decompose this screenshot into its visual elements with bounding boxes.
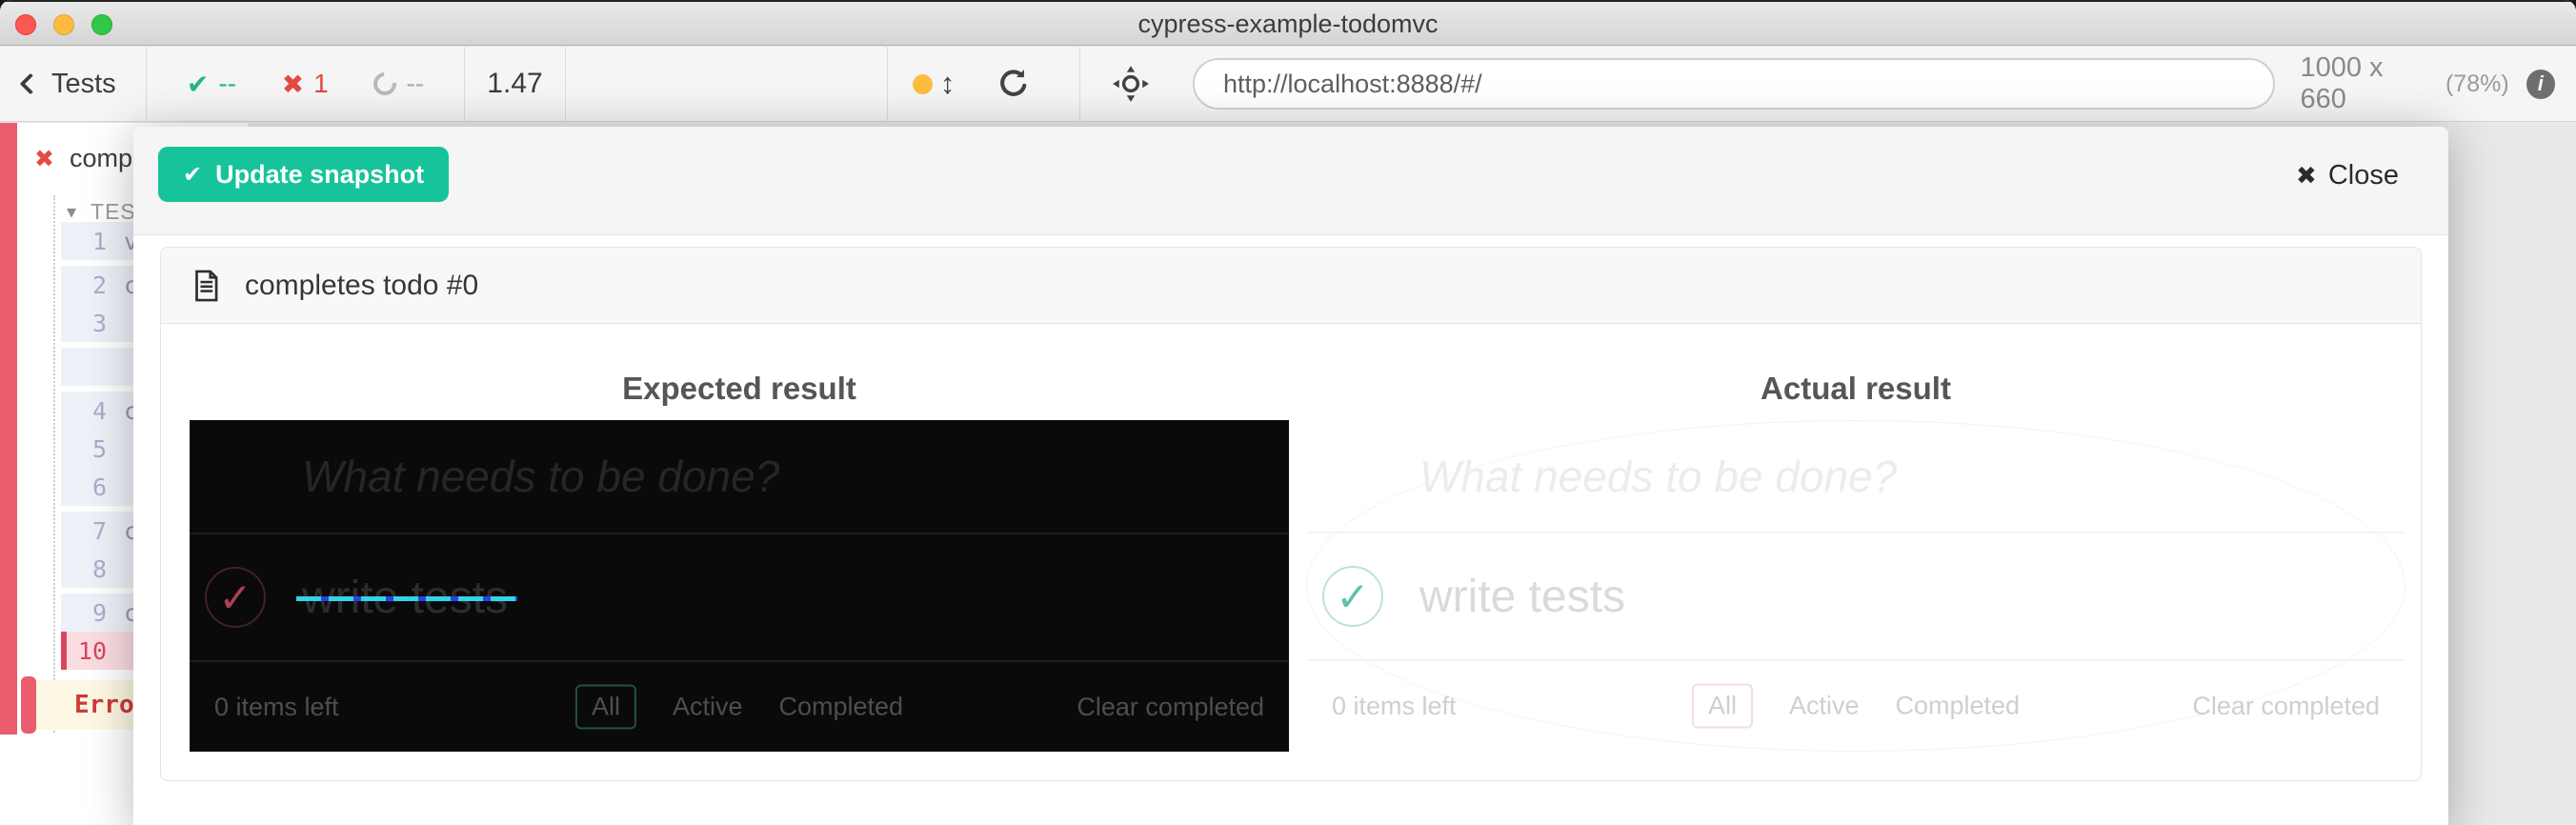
todo-item: ✓ write tests <box>190 534 1289 660</box>
todo-label: write tests <box>1419 571 1625 623</box>
test-title: completes todo #0 <box>245 270 478 302</box>
clear-completed-button: Clear completed <box>2192 692 2380 721</box>
todo-toggle-checkbox: ✓ <box>1322 566 1383 627</box>
items-left-count: 0 items left <box>1332 692 1457 721</box>
filter-active: Active <box>673 693 743 722</box>
new-todo-placeholder: What needs to be done? <box>302 451 779 502</box>
todo-check-icon: ✓ <box>218 574 252 621</box>
actual-screenshot: What needs to be done? ✓ write tests 0 i… <box>1306 420 2405 752</box>
viewport-size-button[interactable]: 1000 x 660 <box>2300 52 2434 115</box>
info-icon[interactable]: i <box>2526 70 2555 99</box>
line-number: 7 <box>61 517 107 545</box>
height-arrows-icon: ↕ <box>940 67 956 101</box>
failed-test-header[interactable]: ✖ compl <box>34 144 138 173</box>
caret-down-icon: ▾ <box>67 200 77 224</box>
line-number: 6 <box>61 473 107 501</box>
line-number: 10 <box>67 637 107 665</box>
comparison-card: completes todo #0 Expected result Actual… <box>160 247 2422 781</box>
line-number: 5 <box>61 435 107 463</box>
refresh-button[interactable] <box>996 66 1032 102</box>
url-text: http://localhost:8888/#/ <box>1223 70 1482 99</box>
back-to-tests-label: Tests <box>51 69 116 100</box>
window-title: cypress-example-todomvc <box>0 2 2576 48</box>
check-icon: ✔ <box>183 161 202 189</box>
expected-screenshot: What needs to be done? ✓ write tests 0 i… <box>190 420 1289 752</box>
clear-completed-button: Clear completed <box>1077 693 1264 722</box>
stat-passed: ✔ -- <box>187 69 236 100</box>
todo-toggle-checkbox: ✓ <box>205 567 266 628</box>
failed-test-title: compl <box>70 144 138 173</box>
app-window: cypress-example-todomvc Tests ✔ -- ✖ 1 -… <box>0 0 2576 825</box>
url-address-bar[interactable]: http://localhost:8888/#/ <box>1193 58 2275 110</box>
line-number: 4 <box>61 397 107 425</box>
check-icon: ✔ <box>187 69 209 100</box>
test-body-section[interactable]: ▾ TES <box>67 199 136 225</box>
actual-result-heading: Actual result <box>1306 371 2405 407</box>
todo-check-icon: ✓ <box>1336 573 1369 620</box>
comparison-card-header: completes todo #0 <box>161 248 2421 324</box>
line-number: 9 <box>61 599 107 627</box>
new-todo-placeholder: What needs to be done? <box>1419 451 1897 502</box>
failed-x-icon: ✖ <box>34 145 54 173</box>
error-accent-tab <box>21 676 36 734</box>
document-icon <box>188 268 224 304</box>
expected-result-heading: Expected result <box>190 371 1289 407</box>
comparison-body: Expected result Actual result What needs… <box>161 324 2421 781</box>
failed-test-strip <box>0 123 17 734</box>
snapshot-dialog: ✔ Update snapshot ✖ Close <box>133 127 2448 825</box>
filter-completed: Completed <box>778 693 903 722</box>
passed-count: -- <box>218 69 236 99</box>
new-todo-input: What needs to be done? <box>1307 421 2405 532</box>
todo-label: write tests <box>302 572 508 624</box>
titlebar: cypress-example-todomvc <box>0 0 2576 46</box>
stat-pending: -- <box>373 69 424 99</box>
snapshot-dialog-header: ✔ Update snapshot ✖ Close <box>133 127 2448 235</box>
viewport-indicator-dot-icon <box>913 74 933 94</box>
toolbar-spacer <box>565 47 887 121</box>
test-stats: ✔ -- ✖ 1 -- <box>146 47 464 121</box>
line-number: 2 <box>61 272 107 299</box>
close-label: Close <box>2328 160 2399 191</box>
filter-group: All Active Completed <box>575 685 903 730</box>
stat-failed: ✖ 1 <box>282 69 329 100</box>
todo-footer: 0 items left All Active Completed Clear … <box>1307 661 2405 751</box>
test-duration: 1.47 <box>464 47 565 121</box>
url-section: http://localhost:8888/#/ 1000 x 660 (78%… <box>1079 47 2576 121</box>
new-todo-input: What needs to be done? <box>190 420 1289 533</box>
collapse-guide-line <box>53 195 55 733</box>
chevron-left-icon <box>20 73 42 95</box>
todo-item: ✓ write tests <box>1307 533 2405 659</box>
filter-all: All <box>1692 684 1753 729</box>
back-to-tests-button[interactable]: Tests <box>0 47 146 121</box>
crosshair-icon <box>1111 64 1151 104</box>
update-snapshot-label: Update snapshot <box>215 160 424 190</box>
refresh-icon <box>996 66 1032 102</box>
close-icon: ✖ <box>2296 161 2317 191</box>
filter-completed: Completed <box>1895 692 2020 721</box>
line-number: 8 <box>61 555 107 583</box>
line-number: 3 <box>61 310 107 337</box>
pending-circle-icon <box>370 68 402 100</box>
failed-count: 1 <box>313 69 329 99</box>
update-snapshot-button[interactable]: ✔ Update snapshot <box>158 147 449 202</box>
runner-content: ✖ compl ▾ TES 1v 2c 3 ( 4c 5 6 7c 8 9c 1… <box>0 123 2576 825</box>
filter-active: Active <box>1789 692 1860 721</box>
filter-all: All <box>575 685 636 730</box>
filter-group: All Active Completed <box>1692 684 2020 729</box>
line-number: 1 <box>61 228 107 255</box>
viewport-scale: (78%) <box>2445 70 2509 98</box>
items-left-count: 0 items left <box>214 693 339 722</box>
close-dialog-button[interactable]: ✖ Close <box>2296 151 2399 199</box>
viewport-controls: ↕ <box>887 47 1079 121</box>
pending-count: -- <box>406 69 424 99</box>
test-body-label: TES <box>91 199 136 225</box>
todo-footer: 0 items left All Active Completed Clear … <box>190 662 1289 752</box>
x-icon: ✖ <box>282 69 304 100</box>
cypress-toolbar: Tests ✔ -- ✖ 1 -- 1.47 ↕ <box>0 47 2576 122</box>
selector-playground-button[interactable] <box>1111 64 1151 104</box>
